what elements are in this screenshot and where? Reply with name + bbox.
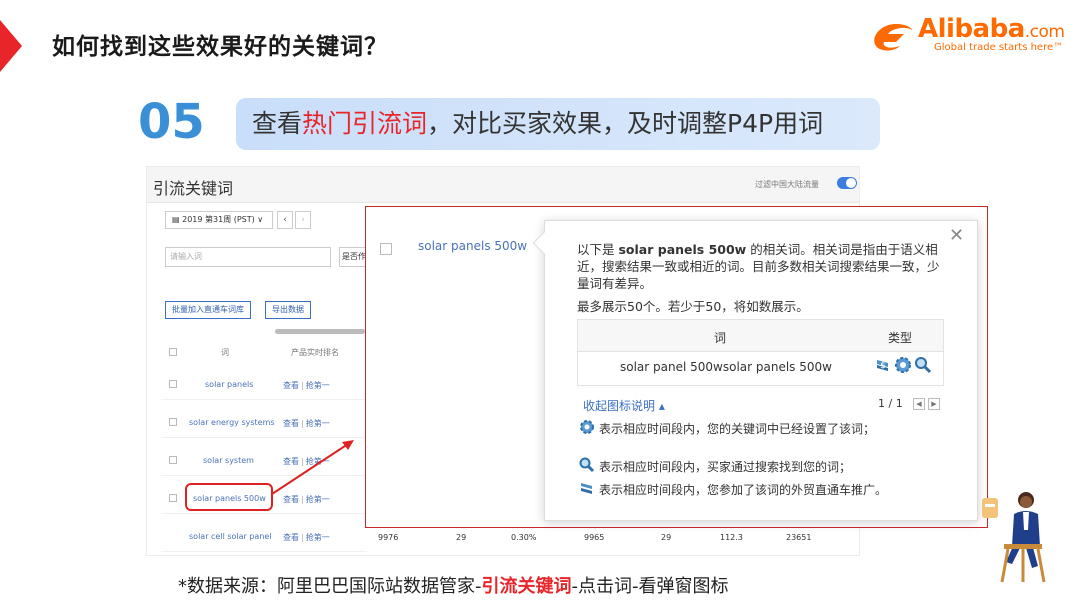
row-divider xyxy=(161,399,367,400)
pager-text: 1 / 1 xyxy=(878,397,903,410)
horizontal-scrollbar[interactable] xyxy=(275,329,365,334)
next-week-button[interactable]: › xyxy=(295,211,311,229)
grab-first-link[interactable]: 抢第一 xyxy=(306,419,330,428)
column-rank: 产品实时排名 xyxy=(291,348,339,357)
row-actions: 查看 | 抢第一 xyxy=(283,532,330,543)
callout-arrow xyxy=(271,440,354,495)
row-metric-value: 0.30% xyxy=(511,533,537,542)
alibaba-tagline: Global trade starts here™ xyxy=(934,42,1064,53)
view-link[interactable]: 查看 xyxy=(283,419,299,428)
view-link[interactable]: 查看 xyxy=(283,381,299,390)
related-words-popup: ✕ 以下是 solar panels 500w 的相关词。相关词是指由于语义相近… xyxy=(532,220,978,521)
legend-dollar-text: 表示相应时间段内，您参加了该词的外贸直通车推广。 xyxy=(599,483,888,497)
related-words-table: 词 类型 solar panel 500wsolar panels 500w $ xyxy=(577,319,944,386)
pager-prev-button[interactable]: ◀ xyxy=(913,398,925,410)
view-link[interactable]: 查看 xyxy=(283,533,299,542)
presenter-illustration xyxy=(982,492,1046,583)
slide-title: 如何找到这些效果好的关键词？ xyxy=(52,34,388,60)
filter-label: 过滤中国大陆流量 xyxy=(755,180,819,189)
legend-gear-text: 表示相应时间段内，您的关键词中已经设置了该词； xyxy=(599,422,876,436)
select-all-checkbox[interactable] xyxy=(169,348,177,356)
step-banner: 查看热门引流词，对比买家效果，及时调整P4P用词 xyxy=(236,98,880,150)
slide: 如何找到这些效果好的关键词？ Alibaba.com Global trade … xyxy=(0,0,1080,608)
grab-first-link[interactable]: 抢第一 xyxy=(306,381,330,390)
row-keyword-link[interactable]: solar panels xyxy=(205,380,253,389)
gear-icon xyxy=(895,357,911,373)
legend-toggle-link[interactable]: 收起图标说明 ▴ xyxy=(583,397,665,414)
bulk-add-button[interactable]: 批量加入直通车词库 xyxy=(165,301,251,319)
header-word: 词 xyxy=(714,331,727,345)
row-checkbox[interactable] xyxy=(169,380,177,388)
row-checkbox[interactable] xyxy=(169,494,177,502)
popup-description: 以下是 solar panels 500w 的相关词。相关词是指由于语义相近，搜… xyxy=(577,242,940,291)
row-keyword-link[interactable]: solar system xyxy=(203,456,254,465)
export-button[interactable]: 导出数据 xyxy=(265,301,311,319)
pager-next-button[interactable]: ▶ xyxy=(928,398,940,410)
table-header: 词 类型 xyxy=(578,320,943,352)
row-metric-value: 112.3 xyxy=(720,533,743,542)
close-icon[interactable]: ✕ xyxy=(949,227,964,245)
legend-magnifier-text: 表示相应时间段内，买家通过搜索找到您的词； xyxy=(599,460,852,474)
data-source-note: *数据来源：阿里巴巴国际站数据管家-引流关键词-点击词-看弹窗图标 xyxy=(178,576,729,597)
overlay-keyword-link[interactable]: solar panels 500w xyxy=(418,239,527,253)
popup-max-note: 最多展示50个。若少于50，将如数展示。 xyxy=(577,299,809,314)
row-keyword-link[interactable]: solar cell solar panel xyxy=(189,532,272,541)
type-icons: $ xyxy=(874,356,934,374)
action-separator: | xyxy=(301,419,304,428)
header-type: 类型 xyxy=(888,331,913,345)
grab-first-link[interactable]: 抢第一 xyxy=(306,533,330,542)
row-metric-value: 9965 xyxy=(584,533,605,542)
keyword-input[interactable]: 请输入词 xyxy=(165,247,331,267)
row-metric-value: 9976 xyxy=(378,533,399,542)
column-word: 词 xyxy=(221,348,229,357)
row-actions: 查看 | 抢第一 xyxy=(283,418,330,429)
action-separator: | xyxy=(301,533,304,542)
filter-toggle[interactable] xyxy=(837,177,857,189)
prev-week-button[interactable]: ‹ xyxy=(277,211,293,229)
row-divider xyxy=(161,513,367,514)
week-select[interactable]: ▤ 2019 第31周 (PST) ∨ xyxy=(165,211,273,229)
row-metric-value: 23651 xyxy=(786,533,812,542)
alibaba-wordmark: Alibaba.com xyxy=(918,14,1065,44)
row-actions: 查看 | 抢第一 xyxy=(283,380,330,391)
row-metric-value: 29 xyxy=(661,533,672,542)
action-separator: | xyxy=(301,381,304,390)
row-checkbox[interactable] xyxy=(169,456,177,464)
calendar-icon: ▤ xyxy=(172,215,183,224)
alibaba-logo: Alibaba.com Global trade starts here™ xyxy=(866,14,1066,58)
slide-accent-tab xyxy=(0,20,22,72)
panel-title: 引流关键词 xyxy=(153,179,234,198)
svg-text:$: $ xyxy=(880,361,886,371)
magnifier-icon xyxy=(915,357,932,374)
chevron-down-icon: ∨ xyxy=(254,215,264,224)
row-checkbox[interactable] xyxy=(169,418,177,426)
highlight-box xyxy=(185,483,273,511)
overlay-row-checkbox[interactable] xyxy=(380,243,392,255)
alibaba-logo-icon xyxy=(874,24,912,51)
panel-header: 引流关键词 过滤中国大陆流量 xyxy=(147,167,859,203)
row-metric-value: 29 xyxy=(456,533,467,542)
step-number: 05 xyxy=(138,94,205,150)
row-divider xyxy=(161,551,367,552)
row-keyword-link[interactable]: solar energy systems xyxy=(189,418,275,427)
related-word-cell: solar panel 500wsolar panels 500w xyxy=(620,360,832,374)
dollar-icon: $ xyxy=(877,360,888,371)
